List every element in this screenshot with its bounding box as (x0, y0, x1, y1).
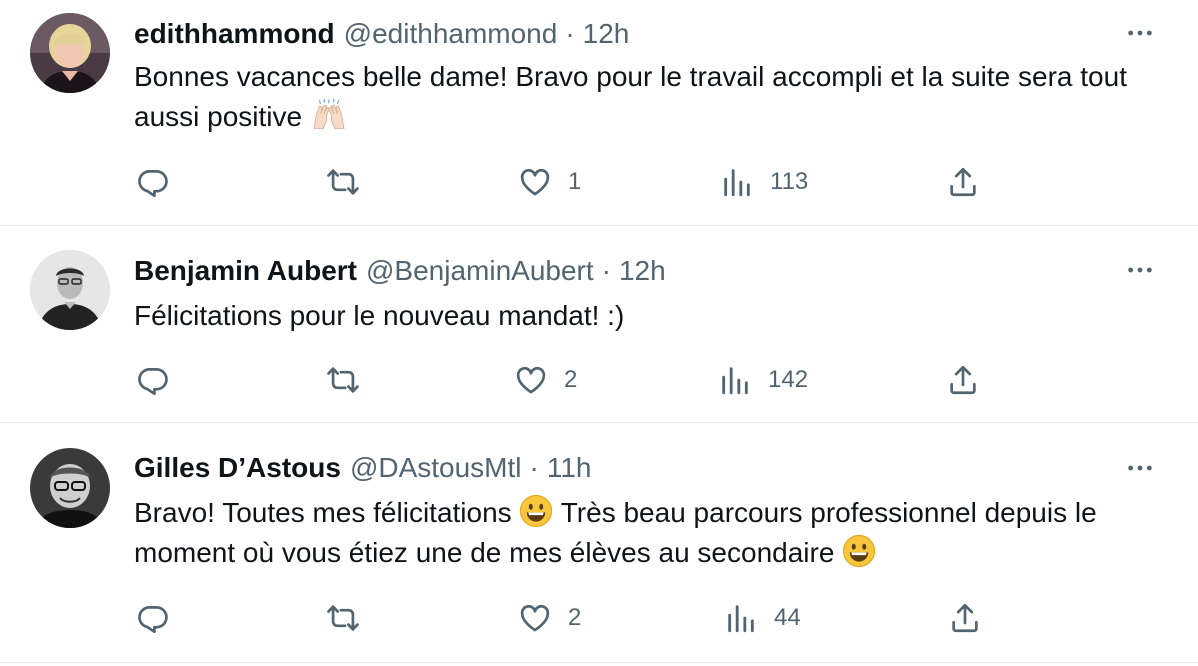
like-count: 1 (568, 168, 582, 195)
like-icon (514, 363, 548, 397)
like-count: 2 (568, 604, 582, 631)
action-bar: 2 44 (0, 598, 1198, 638)
share-button[interactable] (946, 360, 980, 400)
tweet-header: Gilles D’Astous @DAstousMtl · 11h (134, 448, 591, 488)
like-button[interactable]: 2 (514, 360, 577, 400)
share-button[interactable] (946, 162, 980, 202)
tweet-header: Benjamin Aubert @BenjaminAubert · 12h (134, 251, 666, 291)
tweet-header: edithhammond @edithhammond · 12h (134, 14, 629, 54)
views-icon (720, 165, 754, 199)
tweet-text: Bonnes vacances belle dame! Bravo pour l… (134, 57, 1174, 137)
separator: · (529, 452, 539, 483)
replies-feed: edithhammond @edithhammond · 12h Bonnes … (0, 0, 1198, 666)
retweet-icon (326, 363, 360, 397)
action-bar: 1 113 (0, 162, 1198, 202)
like-button[interactable]: 2 (518, 598, 581, 638)
reply-icon (136, 601, 170, 635)
tweet-text-content: Félicitations pour le nouveau mandat! :) (134, 300, 625, 331)
tweet-text: Bravo! Toutes mes félicitations Très bea… (134, 493, 1174, 573)
more-icon (1124, 17, 1156, 49)
retweet-button[interactable] (326, 162, 360, 202)
like-icon (518, 601, 552, 635)
avatar[interactable] (30, 448, 110, 528)
retweet-icon (326, 601, 360, 635)
author-name[interactable]: edithhammond (134, 14, 335, 54)
views-icon (724, 601, 758, 635)
author-name[interactable]: Benjamin Aubert (134, 251, 357, 291)
separator: · (601, 255, 611, 286)
timestamp[interactable]: 11h (547, 448, 592, 488)
raising-hands-emoji (310, 98, 348, 132)
reply-tweet[interactable]: Gilles D’Astous @DAstousMtl · 11h Bravo!… (0, 423, 1198, 663)
avatar[interactable] (30, 250, 110, 330)
share-icon (946, 165, 980, 199)
reply-tweet[interactable]: edithhammond @edithhammond · 12h Bonnes … (0, 0, 1198, 226)
views-icon (718, 363, 752, 397)
share-button[interactable] (948, 598, 982, 638)
grinning-face-emoji (519, 494, 553, 528)
reply-button[interactable] (136, 162, 170, 202)
more-options-button[interactable] (1120, 13, 1160, 53)
like-button[interactable]: 1 (518, 162, 581, 202)
avatar[interactable] (30, 13, 110, 93)
share-icon (948, 601, 982, 635)
more-options-button[interactable] (1120, 250, 1160, 290)
more-options-button[interactable] (1120, 448, 1160, 488)
timestamp[interactable]: 12h (583, 14, 630, 54)
author-handle[interactable]: @BenjaminAubert (366, 251, 594, 291)
separator: · (565, 18, 575, 49)
action-bar: 2 142 (0, 360, 1198, 400)
reply-tweet[interactable]: Benjamin Aubert @BenjaminAubert · 12h Fé… (0, 226, 1198, 423)
reply-icon (136, 165, 170, 199)
reply-icon (136, 363, 170, 397)
retweet-button[interactable] (326, 598, 360, 638)
views-button[interactable]: 142 (718, 360, 808, 400)
views-button[interactable]: 44 (724, 598, 801, 638)
more-icon (1124, 254, 1156, 286)
tweet-text: Félicitations pour le nouveau mandat! :) (134, 296, 1174, 336)
view-count: 113 (770, 168, 809, 195)
retweet-icon (326, 165, 360, 199)
reply-button[interactable] (136, 360, 170, 400)
share-icon (946, 363, 980, 397)
retweet-button[interactable] (326, 360, 360, 400)
more-icon (1124, 452, 1156, 484)
timestamp[interactable]: 12h (619, 251, 666, 291)
tweet-text-content: Bonnes vacances belle dame! Bravo pour l… (134, 61, 1127, 132)
view-count: 142 (768, 366, 809, 393)
tweet-text-part-1: Bravo! Toutes mes félicitations (134, 497, 512, 528)
grinning-face-emoji (842, 534, 876, 568)
reply-button[interactable] (136, 598, 170, 638)
like-icon (518, 165, 552, 199)
author-name[interactable]: Gilles D’Astous (134, 448, 341, 488)
views-button[interactable]: 113 (720, 162, 808, 202)
view-count: 44 (774, 604, 801, 631)
like-count: 2 (564, 366, 578, 393)
author-handle[interactable]: @DAstousMtl (350, 448, 522, 488)
author-handle[interactable]: @edithhammond (344, 14, 558, 54)
